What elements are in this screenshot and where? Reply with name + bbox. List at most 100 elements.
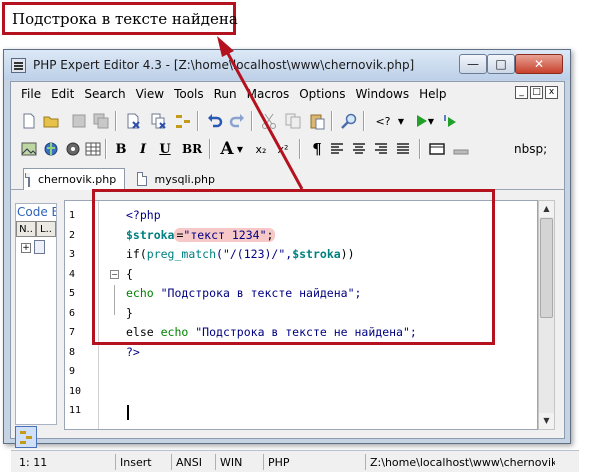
code-line[interactable]: 9 [65, 363, 537, 383]
save-all-icon[interactable] [91, 111, 111, 131]
menu-view[interactable]: View [136, 87, 164, 101]
menu-options[interactable]: Options [299, 87, 345, 101]
undo-icon[interactable] [205, 111, 225, 131]
menu-macros[interactable]: Macros [247, 87, 290, 101]
menu-file[interactable]: File [21, 87, 41, 101]
step-run-icon[interactable] [441, 111, 461, 131]
code-explorer-label: Code Explorer [17, 205, 56, 219]
tab-mysqli[interactable]: mysqli.php [133, 168, 223, 190]
menu-tools[interactable]: Tools [174, 87, 204, 101]
redo-icon[interactable] [227, 111, 247, 131]
menu-windows[interactable]: Windows [356, 87, 410, 101]
hr-icon[interactable] [451, 139, 471, 159]
dropdown-arrow-icon[interactable]: ▼ [395, 111, 407, 131]
text-caret [127, 405, 129, 420]
mdi-close-button[interactable]: x [545, 86, 558, 99]
code-line[interactable]: 6 } [65, 304, 537, 325]
paragraph-button[interactable]: ¶ [307, 139, 327, 159]
status-syntax: PHP [263, 454, 365, 470]
copy-icon[interactable] [283, 111, 303, 131]
structure-panel-icon[interactable] [15, 426, 37, 448]
font-dropdown-icon[interactable]: ▼ [235, 139, 245, 159]
frame-icon[interactable] [427, 139, 447, 159]
br-button[interactable]: BR [179, 139, 205, 159]
code-line[interactable]: 7 else echo "Подстрока в тексте не найде… [65, 324, 537, 344]
scroll-up-icon[interactable]: ▲ [539, 201, 554, 217]
nbsp-button[interactable]: nbsp; [514, 142, 547, 156]
line-number: 11 [69, 405, 82, 416]
php-file-icon [25, 172, 30, 187]
align-left-icon[interactable] [327, 139, 347, 159]
menu-run[interactable]: Run [214, 87, 237, 101]
structure-icon[interactable] [173, 111, 193, 131]
menu-edit[interactable]: Edit [51, 87, 74, 101]
save-icon[interactable] [69, 111, 89, 131]
font-button[interactable]: A [217, 139, 237, 159]
code-line[interactable]: 8 ?> [65, 344, 537, 364]
code-text: else echo "Подстрока в тексте не найдена… [126, 325, 417, 339]
italic-button[interactable]: I [133, 139, 153, 159]
minimize-button[interactable]: — [459, 54, 487, 74]
paste-icon[interactable] [307, 111, 327, 131]
globe-icon[interactable] [41, 139, 61, 159]
superscript-button[interactable]: x² [273, 139, 293, 159]
scroll-thumb[interactable] [540, 218, 553, 318]
code-line[interactable]: 11 [65, 402, 537, 422]
anchor-icon[interactable] [63, 139, 83, 159]
client-area: File Edit Search View Tools Run Macros O… [10, 81, 579, 472]
tab-chernovik[interactable]: chernovik.php [23, 168, 125, 190]
semicolon-token: ; [266, 227, 274, 242]
line-number: 6 [69, 307, 76, 319]
echo-token: echo [126, 286, 154, 300]
close-file-icon[interactable] [123, 111, 143, 131]
cut-icon[interactable] [259, 111, 279, 131]
menu-help[interactable]: Help [419, 87, 446, 101]
document-tabs: chernovik.php mysqli.php [11, 166, 564, 190]
code-line[interactable]: 10 [65, 383, 537, 403]
variable-token: $stroka [126, 227, 175, 242]
panel-tab-l[interactable]: L.. [36, 221, 56, 237]
maximize-button[interactable]: □ [487, 54, 515, 74]
line-number: 8 [69, 346, 76, 358]
align-justify-icon[interactable] [393, 139, 413, 159]
tree-expand-icon[interactable]: + [21, 243, 31, 253]
php-tag-button[interactable]: <? [369, 111, 397, 131]
open-folder-icon[interactable] [41, 111, 61, 131]
line-number: 10 [69, 385, 82, 397]
fold-guide [114, 285, 115, 305]
underline-button[interactable]: U [155, 139, 175, 159]
bold-button[interactable]: B [111, 139, 131, 159]
code-editor[interactable]: 1 <?php 2 $stroka ="текст 1234"; 3 if(pre… [64, 200, 538, 430]
code-line[interactable]: 1 <?php [65, 207, 537, 227]
close-all-icon[interactable] [149, 111, 169, 131]
app-icon[interactable] [11, 57, 26, 73]
image-icon[interactable] [19, 139, 39, 159]
code-line[interactable]: 2 $stroka ="текст 1234"; [65, 227, 537, 247]
fold-toggle-icon[interactable]: − [110, 269, 119, 279]
code-line[interactable]: 5 echo "Подстрока в тексте найдена"; [65, 285, 537, 305]
code-line[interactable]: 4 − { [65, 266, 537, 286]
new-file-icon[interactable] [19, 111, 39, 131]
panel-tab-n[interactable]: N.. [16, 221, 36, 237]
close-button[interactable]: ✕ [515, 54, 563, 74]
find-icon[interactable] [339, 111, 359, 131]
code-text: if(preg_match("/(123)/",$stroka)) [126, 247, 355, 261]
vertical-scrollbar[interactable]: ▲ ▼ [538, 200, 555, 430]
subscript-button[interactable]: x₂ [251, 139, 271, 159]
toolbar-main: <? ▼ ▼ [11, 108, 564, 134]
scroll-down-icon[interactable]: ▼ [539, 413, 554, 429]
line-number: 4 [69, 268, 76, 280]
code-line[interactable]: 3 if(preg_match("/(123)/",$stroka)) [65, 246, 537, 266]
run-dropdown-icon[interactable]: ▼ [425, 111, 437, 131]
title-bar[interactable]: PHP Expert Editor 4.3 - [Z:\home\localho… [4, 50, 570, 80]
mdi-minimize-button[interactable]: _ [515, 86, 528, 99]
align-center-icon[interactable] [349, 139, 369, 159]
editor-window: PHP Expert Editor 4.3 - [Z:\home\localho… [3, 49, 579, 472]
fold-guide [114, 304, 115, 315]
mdi-maximize-button[interactable]: □ [530, 86, 543, 99]
menu-search[interactable]: Search [84, 87, 125, 101]
align-right-icon[interactable] [371, 139, 391, 159]
status-position: 1: 11 [19, 455, 48, 469]
table-icon[interactable] [83, 139, 103, 159]
tree-file-icon[interactable] [34, 240, 45, 254]
